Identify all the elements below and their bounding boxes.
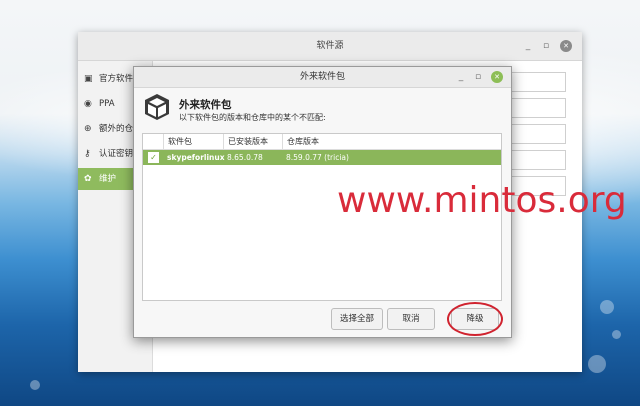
row-checkbox[interactable]: ✓: [148, 152, 159, 163]
dialog-subtitle: 以下软件包的版本和仓库中的某个不匹配:: [179, 113, 326, 122]
box-icon: ▣: [84, 74, 93, 84]
maintenance-icon: ✿: [84, 174, 92, 184]
cancel-button[interactable]: 取消: [387, 308, 435, 330]
maximize-icon[interactable]: ▫: [540, 40, 552, 52]
table-row[interactable]: ✓ skypeforlinux 8.65.0.78 8.59.0.77 (tri…: [143, 150, 501, 165]
highlight-circle: [447, 302, 503, 336]
column-header-package[interactable]: 软件包: [163, 134, 192, 149]
key-icon: ⚷: [84, 149, 91, 159]
sidebar-item-label: 维护: [99, 174, 117, 184]
close-icon[interactable]: ✕: [560, 40, 572, 52]
sidebar-item-label: PPA: [99, 99, 115, 109]
minimize-icon[interactable]: _: [522, 40, 534, 52]
row-repo-version: 8.59.0.77 (tricia): [286, 153, 349, 162]
table-header: 软件包 已安装版本 仓库版本: [143, 134, 501, 150]
sidebar-item-label: 额外的仓: [99, 124, 134, 134]
sidebar-item-label: 认证密钥: [99, 149, 134, 159]
dialog-titlebar: 外来软件包 _ ▫ ✕: [134, 67, 511, 88]
extra-icon: ⊕: [84, 124, 92, 134]
dialog-title: 外来软件包: [299, 72, 345, 82]
watermark-text: www.mintos.org: [337, 180, 627, 221]
ppa-icon: ◉: [84, 99, 92, 109]
main-window-title: 软件源: [316, 41, 344, 51]
package-box-icon: [145, 94, 169, 120]
column-header-repo[interactable]: 仓库版本: [282, 134, 319, 149]
minimize-icon[interactable]: _: [455, 71, 467, 83]
main-window-titlebar: 软件源 _ ▫ ✕: [78, 32, 582, 61]
maximize-icon[interactable]: ▫: [472, 71, 484, 83]
row-package: skypeforlinux: [167, 153, 225, 162]
select-all-button[interactable]: 选择全部: [331, 308, 383, 330]
dialog-heading: 外来软件包: [179, 99, 232, 111]
row-installed-version: 8.65.0.78: [227, 153, 263, 162]
close-icon[interactable]: ✕: [491, 71, 503, 83]
column-header-installed[interactable]: 已安装版本: [223, 134, 268, 149]
